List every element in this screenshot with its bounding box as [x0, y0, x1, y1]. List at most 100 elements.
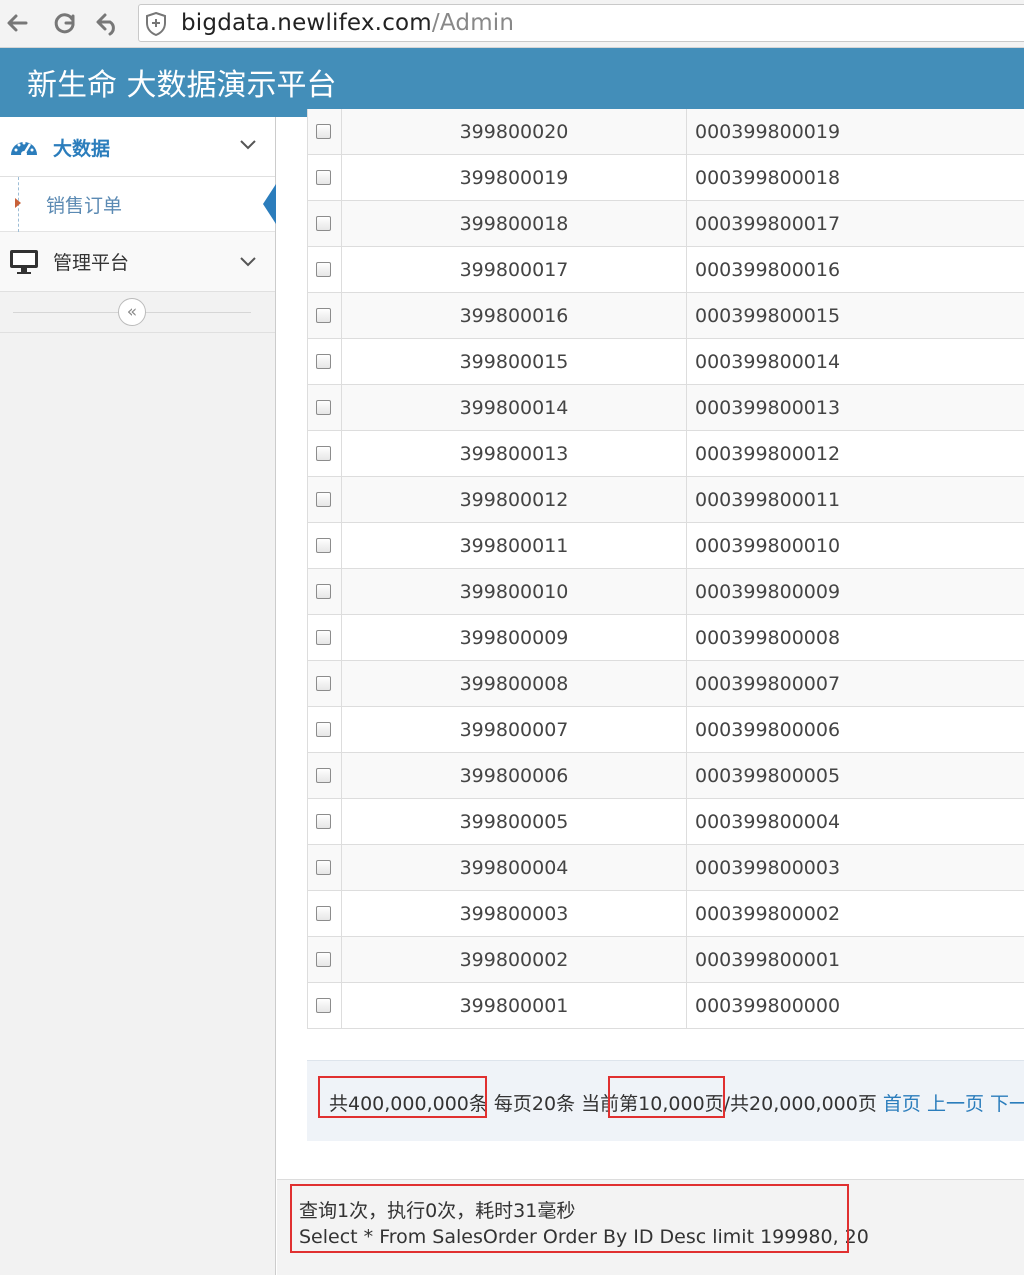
table-row[interactable]: 399800018 000399800017 — [308, 201, 1024, 247]
row-checkbox-cell — [308, 661, 342, 707]
order-id-cell: 399800002 — [342, 937, 687, 983]
table-row[interactable]: 399800009 000399800008 — [308, 615, 1024, 661]
row-checkbox-cell — [308, 753, 342, 799]
row-checkbox-cell — [308, 201, 342, 247]
total-pages: /共20,000,000页 — [723, 1093, 877, 1115]
row-checkbox-cell — [308, 477, 342, 523]
table-row[interactable]: 399800007 000399800006 — [308, 707, 1024, 753]
order-id-cell: 399800020 — [342, 109, 687, 155]
row-checkbox[interactable] — [316, 446, 331, 461]
row-checkbox-cell — [308, 523, 342, 569]
order-id-cell: 399800009 — [342, 615, 687, 661]
undo-icon — [96, 13, 115, 36]
table-row[interactable]: 399800006 000399800005 — [308, 753, 1024, 799]
row-checkbox-cell — [308, 155, 342, 201]
table-row[interactable]: 399800014 000399800013 — [308, 385, 1024, 431]
chevron-down-icon — [240, 140, 256, 150]
table-row[interactable]: 399800010 000399800009 — [308, 569, 1024, 615]
table-row[interactable]: 399800011 000399800010 — [308, 523, 1024, 569]
row-checkbox-cell — [308, 569, 342, 615]
highlight-query-footer — [290, 1184, 849, 1253]
order-id-cell: 399800017 — [342, 247, 687, 293]
table-row[interactable]: 399800017 000399800016 — [308, 247, 1024, 293]
row-checkbox[interactable] — [316, 676, 331, 691]
address-bar[interactable]: bigdata.newlifex.com/Admin — [138, 4, 1024, 42]
row-checkbox[interactable] — [316, 906, 331, 921]
back-button[interactable] — [2, 8, 32, 38]
order-id-cell: 399800004 — [342, 845, 687, 891]
order-id-cell: 399800015 — [342, 339, 687, 385]
row-checkbox[interactable] — [316, 124, 331, 139]
order-id-cell: 399800012 — [342, 477, 687, 523]
order-number-cell: 000399800010 — [695, 535, 841, 557]
prev-page-link[interactable]: 上一页 — [927, 1093, 984, 1115]
sidebar-item-label: 销售订单 — [46, 195, 123, 217]
row-checkbox[interactable] — [316, 400, 331, 415]
table-row[interactable]: 399800019 000399800018 — [308, 155, 1024, 201]
sidebar-item-admin-platform[interactable]: 管理平台 — [0, 232, 275, 292]
row-checkbox[interactable] — [316, 354, 331, 369]
row-checkbox[interactable] — [316, 630, 331, 645]
row-checkbox[interactable] — [316, 952, 331, 967]
table-row[interactable]: 399800001 000399800000 — [308, 983, 1024, 1029]
sidebar-collapse-bar: « — [0, 293, 275, 333]
sidebar-item-sales-order[interactable]: 销售订单 — [0, 177, 276, 232]
table-row[interactable]: 399800020 000399800019 — [308, 109, 1024, 155]
shield-icon — [146, 12, 166, 36]
row-checkbox-cell — [308, 707, 342, 753]
collapse-sidebar-button[interactable]: « — [118, 298, 146, 326]
table-row[interactable]: 399800013 000399800012 — [308, 431, 1024, 477]
order-number-cell: 000399800001 — [695, 949, 841, 971]
row-checkbox[interactable] — [316, 216, 331, 231]
sidebar-item-bigdata[interactable]: 大数据 — [0, 117, 275, 177]
order-number-cell: 000399800011 — [695, 489, 841, 511]
order-number-cell: 000399800016 — [695, 259, 841, 281]
url-host: bigdata.newlifex.com — [181, 10, 432, 36]
row-checkbox[interactable] — [316, 538, 331, 553]
order-number-cell: 000399800008 — [695, 627, 841, 649]
order-id-cell: 399800001 — [342, 983, 687, 1029]
row-checkbox[interactable] — [316, 814, 331, 829]
row-checkbox[interactable] — [316, 492, 331, 507]
row-checkbox[interactable] — [316, 722, 331, 737]
row-checkbox[interactable] — [316, 262, 331, 277]
row-checkbox[interactable] — [316, 860, 331, 875]
row-checkbox[interactable] — [316, 308, 331, 323]
order-id-cell: 399800005 — [342, 799, 687, 845]
main-content: 399800020 000399800019 399800019 0003998000… — [277, 109, 1024, 1275]
row-checkbox-cell — [308, 385, 342, 431]
order-number-cell: 000399800002 — [695, 903, 841, 925]
reload-button[interactable] — [50, 8, 80, 38]
row-checkbox[interactable] — [316, 170, 331, 185]
undo-button[interactable] — [93, 8, 123, 38]
double-chevron-left-icon: « — [126, 302, 138, 322]
order-number-cell: 000399800018 — [695, 167, 841, 189]
row-checkbox-cell — [308, 293, 342, 339]
sales-order-table: 399800020 000399800019 399800019 0003998000… — [307, 109, 1024, 1029]
table-row[interactable]: 399800005 000399800004 — [308, 799, 1024, 845]
sidebar: 大数据 销售订单 管理平台 « — [0, 117, 276, 1275]
table-row[interactable]: 399800016 000399800015 — [308, 293, 1024, 339]
table-row[interactable]: 399800008 000399800007 — [308, 661, 1024, 707]
sidebar-item-label: 大数据 — [53, 138, 111, 160]
row-checkbox[interactable] — [316, 768, 331, 783]
table-row[interactable]: 399800002 000399800001 — [308, 937, 1024, 983]
row-checkbox-cell — [308, 937, 342, 983]
order-id-cell: 399800019 — [342, 155, 687, 201]
order-id-cell: 399800018 — [342, 201, 687, 247]
row-checkbox-cell — [308, 431, 342, 477]
table-row[interactable]: 399800004 000399800003 — [308, 845, 1024, 891]
row-checkbox[interactable] — [316, 998, 331, 1013]
table-row[interactable]: 399800012 000399800011 — [308, 477, 1024, 523]
order-number-cell: 000399800004 — [695, 811, 841, 833]
table-row[interactable]: 399800003 000399800002 — [308, 891, 1024, 937]
row-checkbox-cell — [308, 247, 342, 293]
url-text[interactable]: bigdata.newlifex.com/Admin — [181, 10, 514, 36]
order-number-cell: 000399800015 — [695, 305, 841, 327]
table-row[interactable]: 399800015 000399800014 — [308, 339, 1024, 385]
first-page-link[interactable]: 首页 — [883, 1093, 921, 1115]
next-page-link[interactable]: 下一 — [990, 1093, 1024, 1115]
row-checkbox[interactable] — [316, 584, 331, 599]
order-number-cell: 000399800013 — [695, 397, 841, 419]
app-title[interactable]: 新生命 大数据演示平台 — [27, 60, 337, 104]
